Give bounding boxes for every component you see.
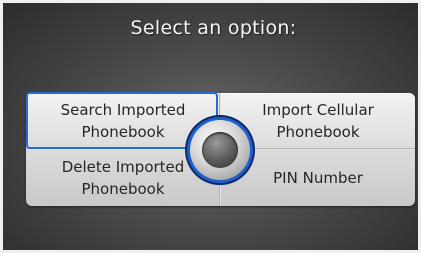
- option-label-line2: Phonebook: [276, 123, 360, 141]
- option-label-line2: Phonebook: [81, 180, 165, 198]
- option-label: PIN Number: [273, 169, 363, 187]
- import-cellular-phonebook-option[interactable]: Import Cellular Phonebook: [225, 95, 411, 147]
- pin-number-option[interactable]: PIN Number: [225, 151, 411, 205]
- option-label-line1: Search Imported: [60, 101, 186, 119]
- screen-title: Select an option:: [130, 17, 297, 39]
- interface-dial-knob-icon[interactable]: [190, 120, 250, 180]
- option-label-line2: Phonebook: [81, 123, 165, 141]
- menu-screen: Select an option: Search Imported Phoneb…: [0, 0, 421, 253]
- option-label-line1: Import Cellular: [262, 101, 374, 119]
- knob-center: [202, 132, 238, 168]
- delete-imported-phonebook-option[interactable]: Delete Imported Phonebook: [30, 151, 216, 205]
- option-label-line1: Delete Imported: [61, 158, 185, 176]
- search-imported-phonebook-option[interactable]: Search Imported Phonebook: [30, 95, 216, 147]
